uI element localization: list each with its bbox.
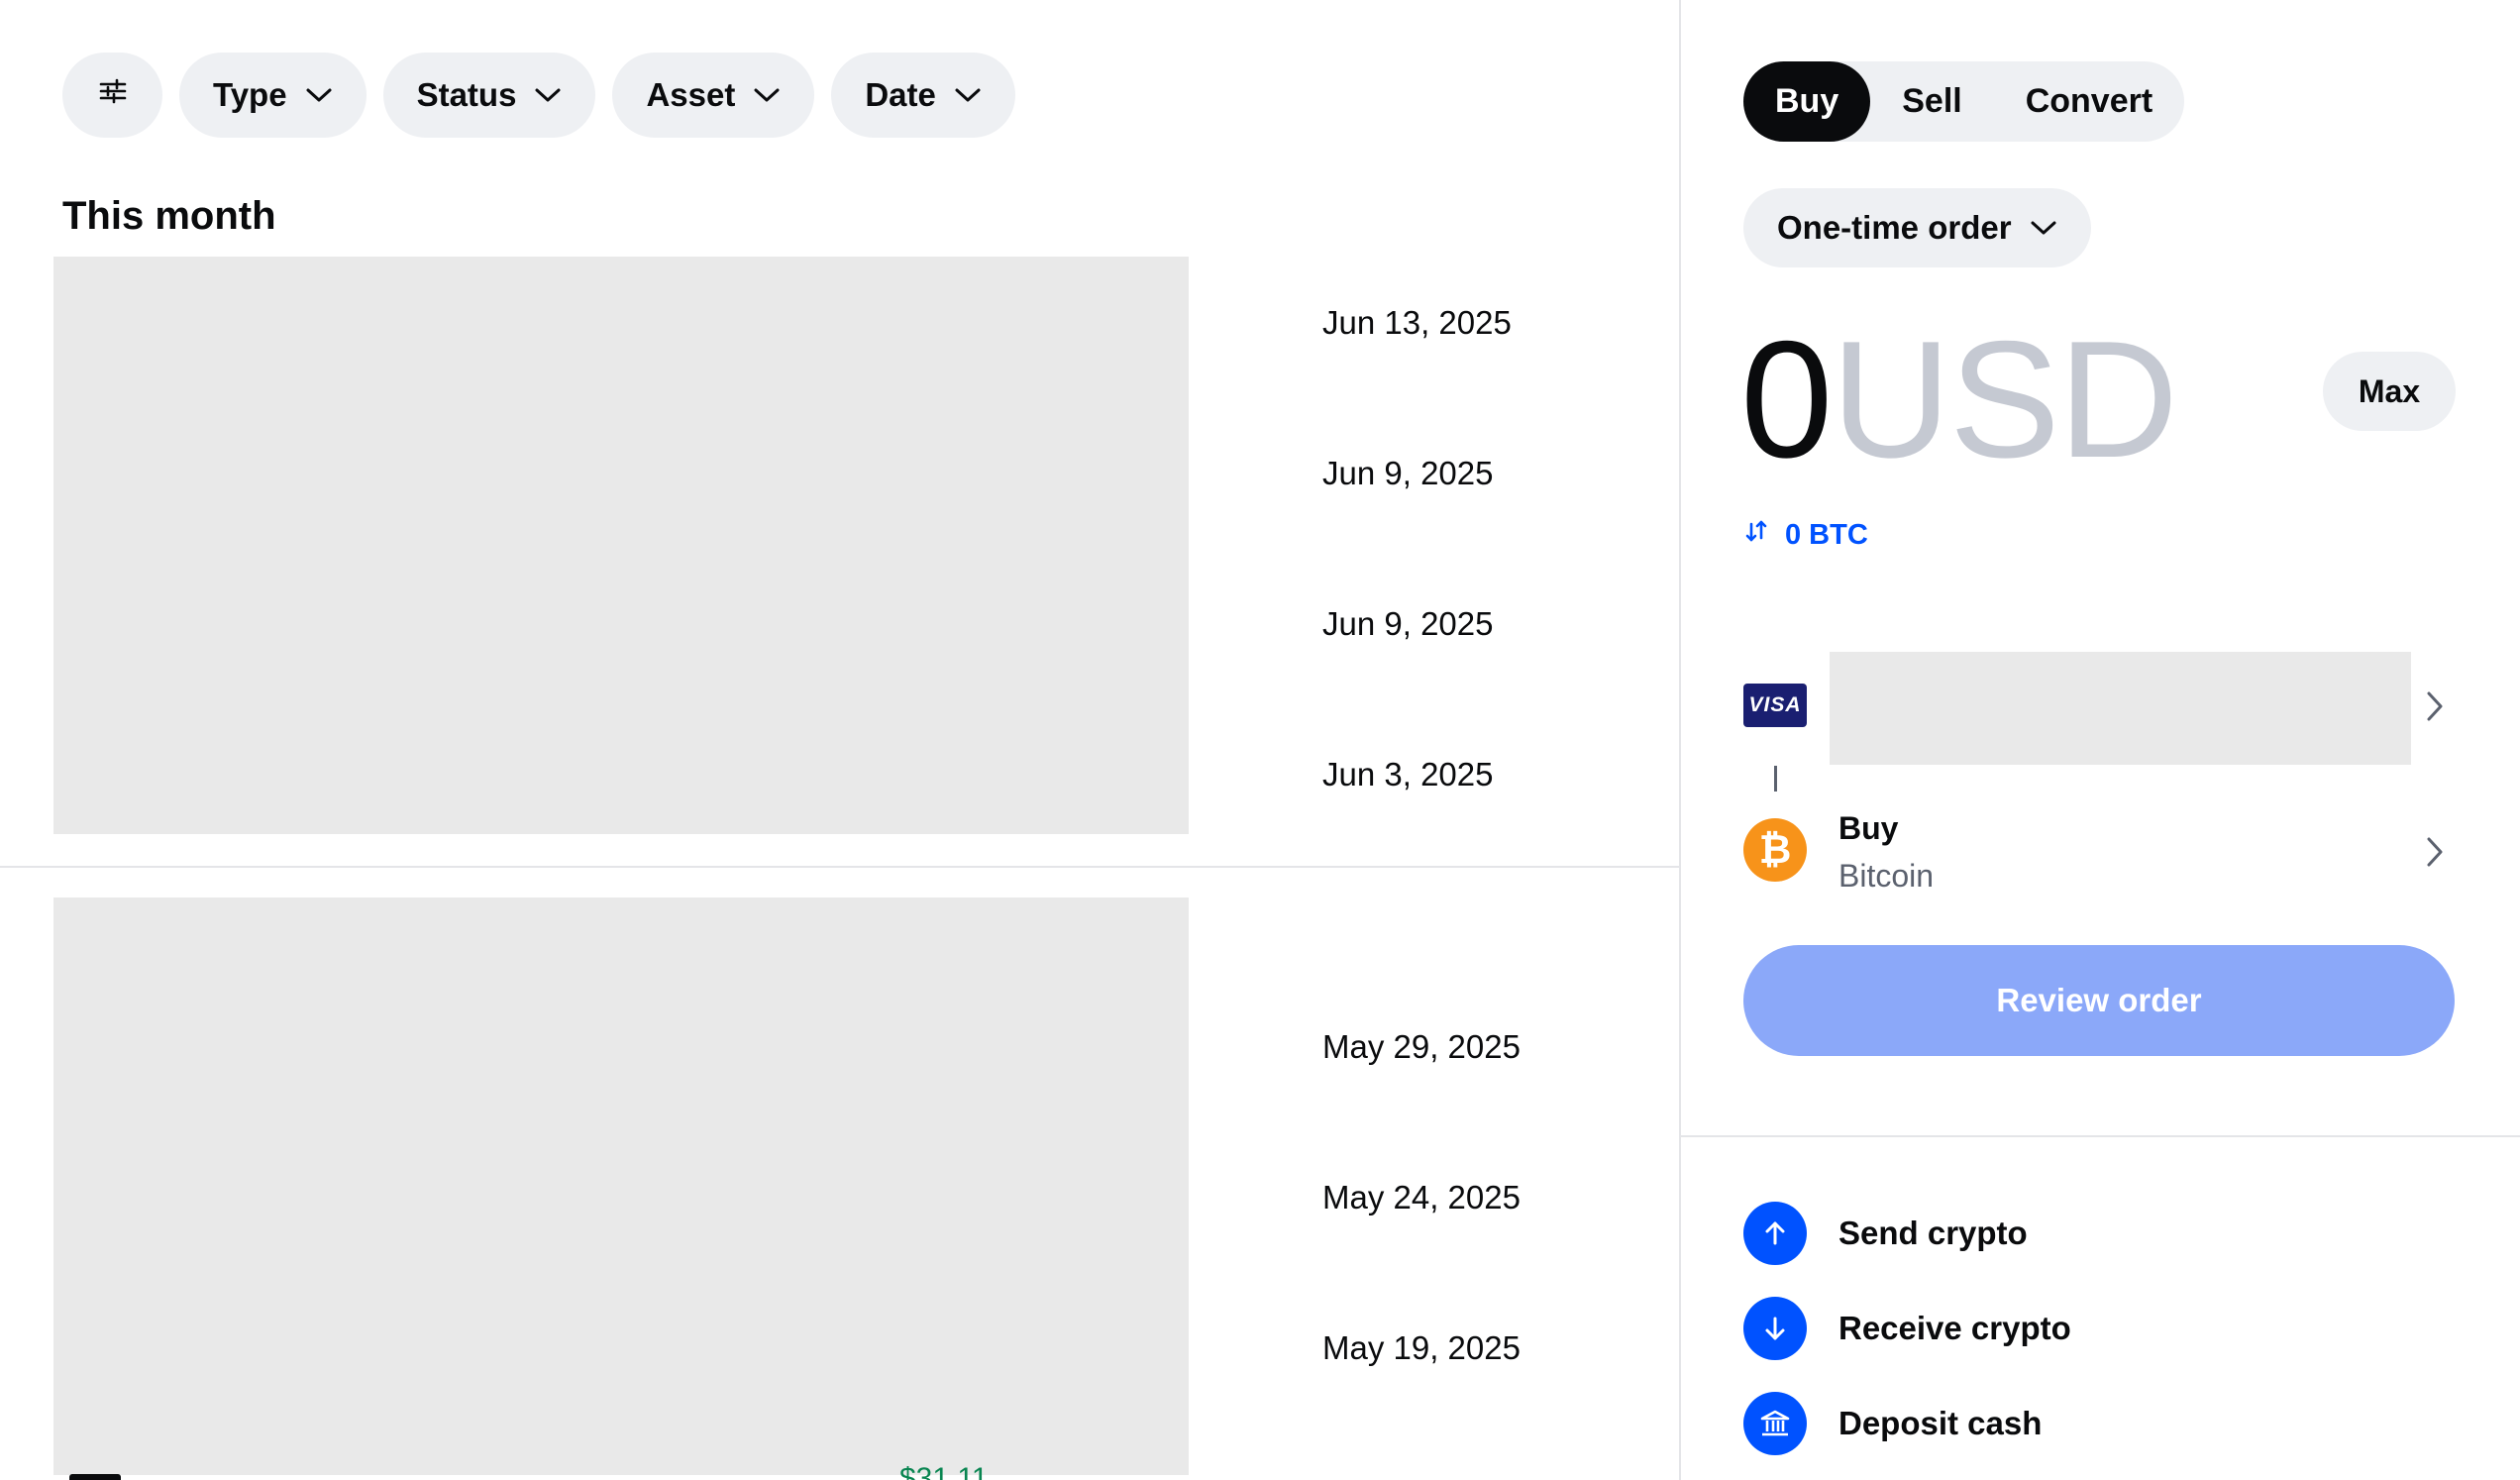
chevron-down-icon — [954, 86, 982, 104]
transaction-date: May 29, 2025 — [1322, 1028, 1521, 1065]
trade-tabs: Buy Sell Convert — [1743, 61, 2185, 142]
payment-method-placeholder[interactable] — [1830, 652, 2411, 765]
transactions-panel: Type Status Asset Date This month Jun 13… — [0, 0, 1679, 1480]
order-type-dropdown[interactable]: One-time order — [1743, 188, 2091, 267]
receive-crypto-label: Receive crypto — [1838, 1310, 2071, 1346]
chevron-right-icon[interactable] — [2424, 835, 2446, 869]
amount-currency: USD — [1831, 306, 2178, 492]
filter-type-button[interactable]: Type — [179, 53, 367, 138]
currency-switch[interactable]: 0 BTC — [1743, 518, 1868, 552]
chevron-down-icon — [753, 86, 781, 104]
amount-value: 0 — [1740, 306, 1833, 492]
chevron-down-icon — [534, 86, 562, 104]
asset-icon — [69, 1474, 121, 1480]
review-order-button[interactable]: Review order — [1743, 945, 2455, 1056]
section-divider — [0, 866, 1679, 868]
filter-date-label: Date — [865, 76, 936, 113]
chevron-right-icon[interactable] — [2424, 689, 2446, 723]
arrow-up-icon — [1743, 1202, 1807, 1265]
filter-bar: Type Status Asset Date — [62, 53, 1015, 138]
filter-status-button[interactable]: Status — [382, 53, 596, 138]
transaction-date: Jun 9, 2025 — [1322, 605, 1494, 642]
transaction-date: Jun 9, 2025 — [1322, 455, 1494, 491]
swap-arrows-icon — [1743, 518, 1769, 552]
tab-sell[interactable]: Sell — [1870, 61, 1993, 142]
filter-type-label: Type — [213, 76, 287, 113]
transaction-date: Jun 3, 2025 — [1322, 756, 1494, 793]
transaction-list-placeholder — [53, 898, 1189, 1475]
deposit-cash-label: Deposit cash — [1838, 1405, 2043, 1441]
order-type-label: One-time order — [1777, 209, 2012, 246]
chevron-down-icon — [305, 86, 333, 104]
filter-asset-button[interactable]: Asset — [612, 53, 815, 138]
trade-panel: Buy Sell Convert One-time order 0USD Max… — [1681, 0, 2520, 1480]
transaction-amount: $31.11 — [899, 1464, 989, 1480]
filter-asset-label: Asset — [646, 76, 736, 113]
receive-crypto-button[interactable]: Receive crypto — [1743, 1297, 2071, 1360]
transaction-date: May 19, 2025 — [1322, 1329, 1521, 1366]
send-crypto-button[interactable]: Send crypto — [1743, 1202, 2028, 1265]
transaction-date: May 24, 2025 — [1322, 1179, 1521, 1216]
section-divider — [1681, 1135, 2520, 1137]
transaction-list-placeholder — [53, 257, 1189, 834]
deposit-cash-button[interactable]: Deposit cash — [1743, 1392, 2042, 1455]
bitcoin-icon: ₿ — [1743, 818, 1807, 882]
sliders-icon — [98, 76, 128, 114]
transaction-date: Jun 13, 2025 — [1322, 304, 1512, 341]
tab-convert[interactable]: Convert — [1994, 61, 2184, 142]
conversion-value: 0 BTC — [1785, 518, 1868, 551]
amount-input[interactable]: 0USD — [1740, 315, 2178, 483]
arrow-down-icon — [1743, 1297, 1807, 1360]
bank-icon — [1743, 1392, 1807, 1455]
max-button[interactable]: Max — [2323, 352, 2456, 431]
visa-card-icon: VISA — [1743, 684, 1807, 727]
filter-date-button[interactable]: Date — [831, 53, 1015, 138]
connector-line — [1774, 766, 1777, 792]
filter-settings-button[interactable] — [62, 53, 162, 138]
section-title: This month — [62, 194, 276, 238]
filter-status-label: Status — [416, 76, 517, 113]
tab-buy[interactable]: Buy — [1743, 61, 1871, 142]
chevron-down-icon — [2030, 219, 2057, 237]
asset-action-label: Buy — [1838, 810, 1899, 846]
asset-name: Bitcoin — [1838, 858, 1935, 894]
send-crypto-label: Send crypto — [1838, 1215, 2028, 1251]
